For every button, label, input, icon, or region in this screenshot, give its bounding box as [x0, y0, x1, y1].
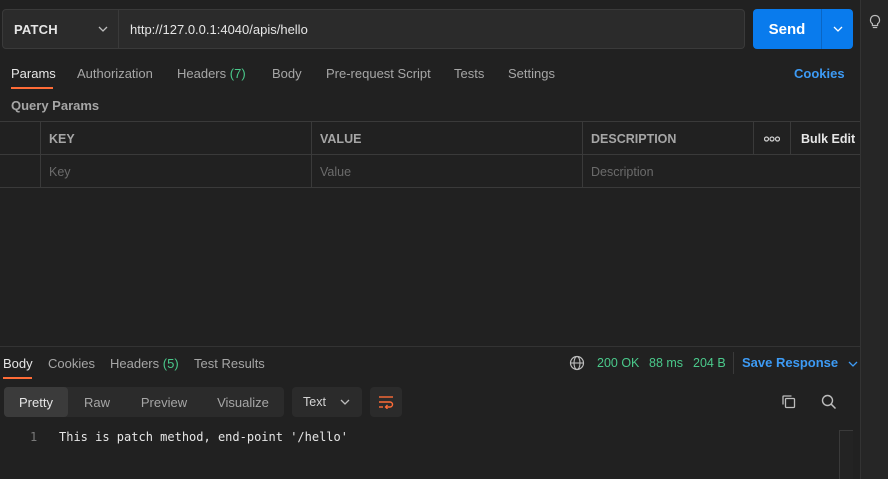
tab-response-headers-label: Headers — [110, 356, 160, 371]
request-workspace: PATCH http://127.0.0.1:4040/apis/hello S… — [0, 0, 860, 479]
active-tab-indicator — [11, 87, 53, 89]
response-size[interactable]: 204 B — [693, 356, 726, 370]
divider — [733, 352, 734, 374]
table-row: Key Value Description — [0, 155, 860, 188]
tab-params[interactable]: Params — [11, 66, 56, 81]
column-key: KEY — [40, 122, 311, 155]
wrap-lines-button[interactable] — [370, 387, 402, 417]
format-select[interactable]: Text — [292, 387, 362, 417]
send-options-button[interactable] — [821, 9, 853, 49]
view-visualize-button[interactable]: Visualize — [202, 387, 284, 417]
tab-pre-request-script[interactable]: Pre-request Script — [326, 66, 431, 81]
request-tabs: Params Authorization Headers (7) Body Pr… — [0, 62, 860, 90]
line-number: 1 — [30, 430, 38, 444]
tab-headers-label: Headers — [177, 66, 227, 81]
chevron-down-icon — [340, 399, 350, 405]
copy-icon[interactable] — [780, 393, 798, 411]
column-description: DESCRIPTION — [582, 122, 753, 155]
globe-icon[interactable] — [569, 355, 585, 371]
tab-response-cookies[interactable]: Cookies — [48, 356, 95, 371]
url-input[interactable]: http://127.0.0.1:4040/apis/hello — [119, 9, 745, 49]
more-options-button[interactable] — [753, 122, 790, 155]
status-code[interactable]: 200 OK — [597, 356, 639, 370]
wrap-lines-icon — [379, 396, 394, 409]
tab-test-results[interactable]: Test Results — [194, 356, 265, 371]
tab-response-headers[interactable]: Headers (5) — [110, 356, 179, 371]
tab-tests[interactable]: Tests — [454, 66, 484, 81]
view-pretty-button[interactable]: Pretty — [4, 387, 68, 417]
save-response-label: Save Response — [742, 355, 839, 370]
value-input[interactable]: Value — [311, 155, 582, 188]
cookies-link[interactable]: Cookies — [794, 66, 845, 81]
method-select[interactable]: PATCH — [2, 9, 119, 49]
save-response-button[interactable]: Save Response — [742, 355, 858, 370]
more-horizontal-icon — [764, 135, 780, 142]
key-input[interactable]: Key — [40, 155, 311, 188]
pane-divider[interactable] — [0, 346, 860, 347]
chevron-down-icon — [848, 361, 858, 367]
chevron-down-icon — [98, 26, 108, 32]
active-tab-indicator — [3, 377, 32, 379]
bulk-edit-button[interactable]: Bulk Edit — [790, 122, 860, 155]
send-button[interactable]: Send — [753, 9, 821, 49]
view-raw-button[interactable]: Raw — [68, 387, 126, 417]
tab-settings[interactable]: Settings — [508, 66, 555, 81]
view-mode-selector: Pretty Raw Preview Visualize — [4, 387, 284, 417]
headers-count-badge: (7) — [229, 66, 246, 81]
method-label: PATCH — [14, 21, 58, 37]
response-time[interactable]: 88 ms — [649, 356, 683, 370]
tab-response-body[interactable]: Body — [3, 356, 33, 371]
tab-authorization[interactable]: Authorization — [77, 66, 153, 81]
format-label: Text — [303, 395, 326, 409]
right-sidebar — [860, 0, 888, 479]
chevron-down-icon — [833, 26, 842, 32]
tab-headers[interactable]: Headers (7) — [177, 66, 246, 81]
description-input[interactable]: Description — [582, 155, 860, 188]
query-params-table: KEY VALUE DESCRIPTION Bulk Edit Key Valu… — [0, 121, 860, 188]
table-header-row: KEY VALUE DESCRIPTION Bulk Edit — [0, 122, 860, 155]
response-tabs: Body Cookies Headers (5) Test Results — [0, 352, 860, 380]
row-checkbox-cell — [0, 155, 40, 188]
response-headers-count-badge: (5) — [162, 356, 179, 371]
search-icon[interactable] — [820, 393, 838, 411]
row-checkbox-column — [0, 122, 40, 155]
column-value: VALUE — [311, 122, 582, 155]
code-line: This is patch method, end-point '/hello' — [59, 430, 348, 444]
lightbulb-icon[interactable] — [867, 14, 883, 30]
query-params-title: Query Params — [11, 98, 100, 113]
editor-scrollbar[interactable] — [839, 430, 853, 479]
view-preview-button[interactable]: Preview — [126, 387, 202, 417]
tab-body[interactable]: Body — [272, 66, 302, 81]
